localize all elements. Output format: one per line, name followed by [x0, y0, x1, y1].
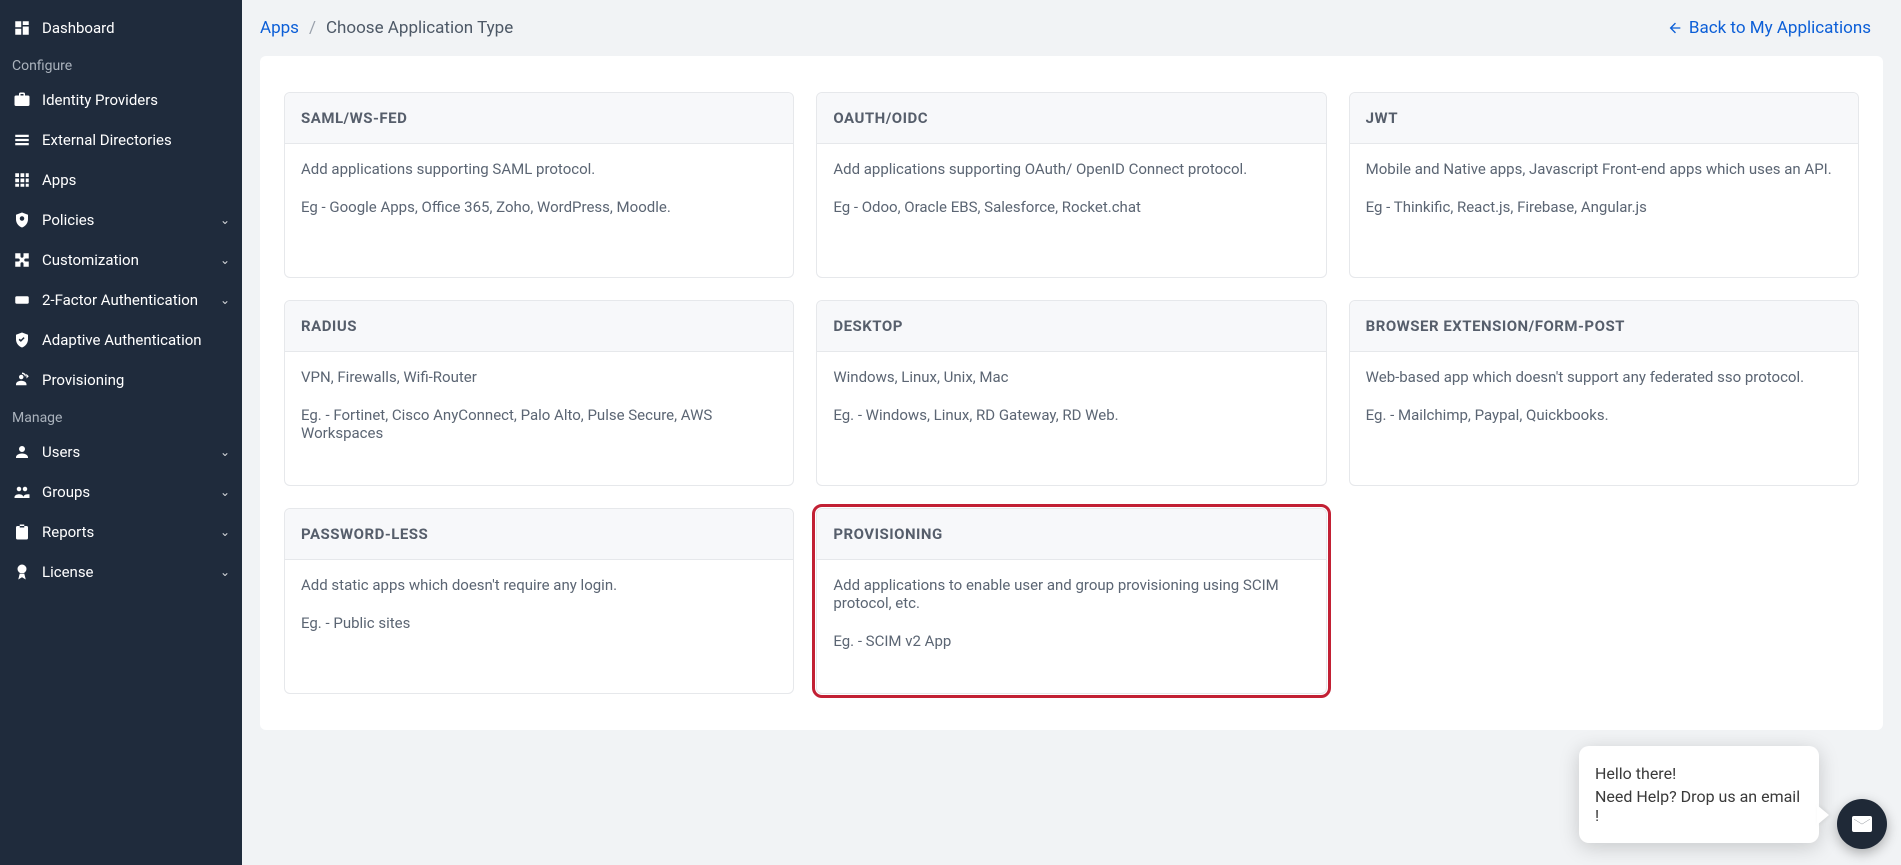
chat-fab[interactable] [1837, 799, 1887, 849]
list-icon [12, 130, 32, 150]
card-browser-ext[interactable]: BROWSER EXTENSION/FORM-POST Web-based ap… [1349, 300, 1859, 486]
mail-icon [1850, 812, 1874, 836]
card-example: Eg. - Mailchimp, Paypal, Quickbooks. [1366, 406, 1842, 424]
chat-line2: Need Help? Drop us an email ! [1595, 787, 1803, 825]
sidebar-item-policies[interactable]: Policies ⌄ [0, 200, 242, 240]
app-type-grid: SAML/WS-FED Add applications supporting … [284, 92, 1859, 694]
arrow-left-icon [1667, 20, 1683, 36]
card-desc: VPN, Firewalls, Wifi-Router [301, 368, 777, 386]
sidebar-item-label: Users [42, 443, 80, 461]
card-title: RADIUS [285, 301, 793, 352]
sidebar-item-license[interactable]: License ⌄ [0, 552, 242, 592]
card-example: Eg - Odoo, Oracle EBS, Salesforce, Rocke… [833, 198, 1309, 216]
sidebar-item-apps[interactable]: Apps [0, 160, 242, 200]
card-desc: Windows, Linux, Unix, Mac [833, 368, 1309, 386]
sidebar-item-label: License [42, 563, 94, 581]
sidebar-item-groups[interactable]: Groups ⌄ [0, 472, 242, 512]
card-radius[interactable]: RADIUS VPN, Firewalls, Wifi-Router Eg. -… [284, 300, 794, 486]
chevron-down-icon: ⌄ [220, 445, 230, 459]
card-desc: Add applications to enable user and grou… [833, 576, 1309, 612]
card-example: Eg. - SCIM v2 App [833, 632, 1309, 650]
main-content: Apps / Choose Application Type Back to M… [242, 0, 1901, 865]
card-desc: Add applications supporting OAuth/ OpenI… [833, 160, 1309, 178]
sidebar-item-customization[interactable]: Customization ⌄ [0, 240, 242, 280]
chevron-down-icon: ⌄ [220, 565, 230, 579]
chat-tooltip: Hello there! Need Help? Drop us an email… [1579, 746, 1819, 843]
card-title: OAUTH/OIDC [817, 93, 1325, 144]
grid-icon [12, 170, 32, 190]
sidebar-item-label: Groups [42, 483, 90, 501]
sidebar-item-provisioning[interactable]: Provisioning [0, 360, 242, 400]
card-desc: Add applications supporting SAML protoco… [301, 160, 777, 178]
shield-check-icon [12, 330, 32, 350]
sidebar-item-label: 2-Factor Authentication [42, 291, 198, 309]
card-title: BROWSER EXTENSION/FORM-POST [1350, 301, 1858, 352]
card-example: Eg - Google Apps, Office 365, Zoho, Word… [301, 198, 777, 216]
sidebar-item-label: External Directories [42, 131, 172, 149]
card-oauth[interactable]: OAUTH/OIDC Add applications supporting O… [816, 92, 1326, 278]
card-desktop[interactable]: DESKTOP Windows, Linux, Unix, Mac Eg. - … [816, 300, 1326, 486]
sidebar-item-label: Reports [42, 523, 94, 541]
sidebar-item-label: Provisioning [42, 371, 124, 389]
sidebar-item-reports[interactable]: Reports ⌄ [0, 512, 242, 552]
sidebar-item-adaptive-auth[interactable]: Adaptive Authentication [0, 320, 242, 360]
chat-tail [1817, 805, 1829, 825]
card-desc: Web-based app which doesn't support any … [1366, 368, 1842, 386]
sidebar-item-label: Policies [42, 211, 94, 229]
chevron-down-icon: ⌄ [220, 525, 230, 539]
breadcrumb-separator: / [309, 18, 316, 38]
sidebar-item-label: Identity Providers [42, 91, 158, 109]
card-example: Eg. - Public sites [301, 614, 777, 632]
back-link[interactable]: Back to My Applications [1667, 18, 1871, 38]
card-example: Eg. - Fortinet, Cisco AnyConnect, Palo A… [301, 406, 777, 442]
page-header: Apps / Choose Application Type Back to M… [242, 0, 1901, 56]
card-title: PROVISIONING [817, 509, 1325, 560]
section-configure-label: Configure [0, 48, 242, 80]
clipboard-icon [12, 522, 32, 542]
card-title: PASSWORD-LESS [285, 509, 793, 560]
card-example: Eg - Thinkific, React.js, Firebase, Angu… [1366, 198, 1842, 216]
puzzle-icon [12, 250, 32, 270]
group-icon [12, 482, 32, 502]
card-saml[interactable]: SAML/WS-FED Add applications supporting … [284, 92, 794, 278]
chat-line1: Hello there! [1595, 764, 1803, 783]
user-icon [12, 442, 32, 462]
briefcase-icon [12, 90, 32, 110]
sidebar-item-dashboard[interactable]: Dashboard [0, 8, 242, 48]
sidebar-item-external-directories[interactable]: External Directories [0, 120, 242, 160]
award-icon [12, 562, 32, 582]
card-passwordless[interactable]: PASSWORD-LESS Add static apps which does… [284, 508, 794, 694]
sidebar-item-label: Dashboard [42, 19, 115, 37]
sync-users-icon [12, 370, 32, 390]
sidebar-item-label: Adaptive Authentication [42, 331, 202, 349]
card-jwt[interactable]: JWT Mobile and Native apps, Javascript F… [1349, 92, 1859, 278]
shield-icon [12, 210, 32, 230]
card-title: DESKTOP [817, 301, 1325, 352]
card-provisioning[interactable]: PROVISIONING Add applications to enable … [816, 508, 1326, 694]
breadcrumb-current: Choose Application Type [326, 18, 513, 38]
sidebar: Dashboard Configure Identity Providers E… [0, 0, 242, 865]
sidebar-item-identity-providers[interactable]: Identity Providers [0, 80, 242, 120]
dashboard-icon [12, 18, 32, 38]
breadcrumb: Apps / Choose Application Type [260, 18, 513, 38]
section-manage-label: Manage [0, 400, 242, 432]
chevron-down-icon: ⌄ [220, 485, 230, 499]
back-label: Back to My Applications [1689, 18, 1871, 38]
card-desc: Mobile and Native apps, Javascript Front… [1366, 160, 1842, 178]
sidebar-item-2fa[interactable]: 2-Factor Authentication ⌄ [0, 280, 242, 320]
page-canvas: SAML/WS-FED Add applications supporting … [260, 56, 1883, 730]
chevron-down-icon: ⌄ [220, 213, 230, 227]
card-desc: Add static apps which doesn't require an… [301, 576, 777, 594]
sidebar-item-users[interactable]: Users ⌄ [0, 432, 242, 472]
chevron-down-icon: ⌄ [220, 253, 230, 267]
otp-icon [12, 290, 32, 310]
card-title: JWT [1350, 93, 1858, 144]
sidebar-item-label: Apps [42, 171, 76, 189]
card-example: Eg. - Windows, Linux, RD Gateway, RD Web… [833, 406, 1309, 424]
card-title: SAML/WS-FED [285, 93, 793, 144]
breadcrumb-root-link[interactable]: Apps [260, 18, 299, 38]
chevron-down-icon: ⌄ [220, 293, 230, 307]
sidebar-item-label: Customization [42, 251, 139, 269]
